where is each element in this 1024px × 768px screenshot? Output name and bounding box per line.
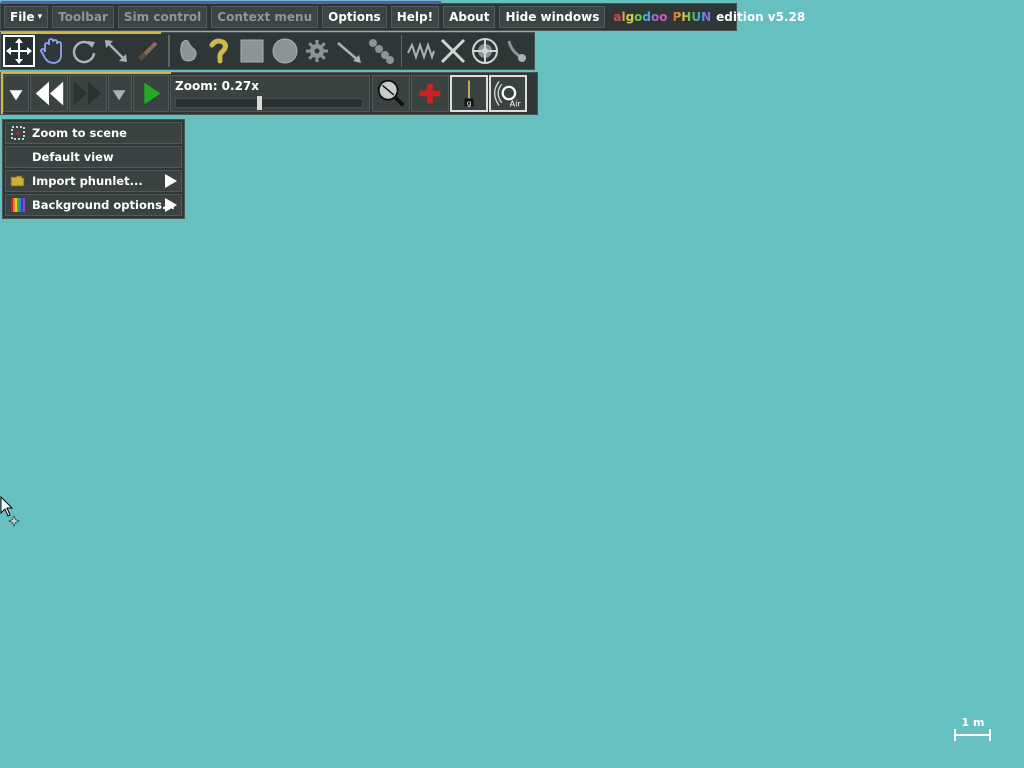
zoom-to-scene-icon (10, 125, 26, 141)
knife-icon[interactable] (132, 35, 163, 67)
brand-algodoo: algodoo (613, 10, 667, 24)
simbar-accent-top (1, 72, 171, 74)
empty-icon-slot (10, 149, 26, 165)
air-icon: Air (493, 81, 522, 108)
toolbar-separator (167, 35, 170, 67)
main-menu-bar: File ▾ Toolbar Sim control Context menu … (0, 1, 805, 31)
options-button[interactable]: Options (322, 6, 387, 28)
circle-icon[interactable] (269, 35, 300, 67)
gravity-icon: g (464, 80, 474, 108)
file-menu-label: File (10, 10, 35, 24)
scale-indicator: 1 m (952, 716, 994, 744)
background-context-menu: Zoom to scene Default view Import phunle… (2, 119, 185, 219)
scale-label: 1 m (961, 716, 985, 729)
menu-item-label: Background options... (32, 198, 176, 212)
triangle-down-icon (112, 90, 126, 101)
play-icon (144, 82, 161, 105)
menu-item-default-view[interactable]: Default view (5, 146, 182, 168)
sim-control-bar: Zoom: 0.27x g Air (0, 72, 538, 115)
fixate-icon[interactable] (438, 35, 469, 67)
simbar-accent-left (1, 73, 3, 114)
zoom-slider[interactable] (175, 96, 363, 110)
chevron-down-icon: ▾ (37, 12, 43, 22)
menu-item-zoom-to-scene[interactable]: Zoom to scene (5, 122, 182, 144)
redo-dropdown-button[interactable] (108, 75, 132, 112)
zoom-slider-thumb[interactable] (257, 96, 262, 110)
menu-item-background-options[interactable]: Background options... (5, 194, 182, 216)
brand-edition: edition v5.28 (716, 10, 806, 24)
red-cross-icon (419, 83, 441, 104)
hide-windows-button[interactable]: Hide windows (499, 6, 606, 28)
mouse-cursor-icon (0, 496, 20, 527)
air-label: Air (510, 99, 522, 108)
play-button[interactable] (133, 75, 169, 112)
box-icon[interactable] (237, 35, 268, 67)
help-button[interactable]: Help! (390, 6, 440, 28)
menu-item-import-phunlet[interactable]: Import phunlet... (5, 170, 182, 192)
menu-item-label: Default view (32, 150, 114, 164)
context-menu-toggle-button[interactable]: Context menu (211, 6, 319, 28)
fast-forward-icon (73, 81, 102, 106)
file-menu-button[interactable]: File ▾ (4, 6, 49, 28)
zoom-control: Zoom: 0.27x (170, 75, 370, 112)
undo-dropdown-button[interactable] (3, 75, 29, 112)
brand-letter: o (659, 10, 668, 24)
sketch-icon[interactable] (173, 35, 204, 67)
zoom-label: Zoom: 0.27x (175, 79, 260, 93)
move-tool-icon[interactable] (3, 35, 35, 67)
gear-icon[interactable] (301, 35, 332, 67)
plane-icon[interactable] (333, 35, 364, 67)
rewind-button[interactable] (30, 75, 68, 112)
center-view-button[interactable] (411, 75, 449, 112)
tool-bar (0, 32, 535, 70)
toolbar-separator (400, 35, 403, 67)
brand-letter: d (642, 10, 652, 24)
spring-icon[interactable] (405, 35, 436, 67)
triangle-down-icon (9, 90, 23, 101)
brush-icon[interactable] (205, 35, 236, 67)
sim-control-toggle-button[interactable]: Sim control (117, 6, 208, 28)
air-toggle-button[interactable]: Air (489, 75, 527, 112)
zoom-tool-button[interactable] (372, 75, 410, 112)
brand-phun: PHUN (672, 10, 712, 24)
scale-bar (954, 729, 991, 741)
gravity-label: g (467, 99, 472, 108)
rewind-icon (35, 81, 64, 106)
menu-top-accent (1, 1, 441, 4)
toolbar-accent (1, 32, 161, 34)
tracer-icon[interactable] (502, 35, 533, 67)
about-button[interactable]: About (443, 6, 496, 28)
brand-letter: g (625, 10, 635, 24)
submenu-arrow-icon (165, 198, 177, 212)
drag-hand-icon[interactable] (36, 35, 67, 67)
menu-item-label: Import phunlet... (32, 174, 143, 188)
folder-icon (10, 173, 26, 189)
hinge-icon[interactable] (470, 35, 501, 67)
toolbar-toggle-button[interactable]: Toolbar (52, 6, 114, 28)
submenu-arrow-icon (165, 174, 177, 188)
magnifier-icon (377, 79, 405, 107)
chain-icon[interactable] (365, 35, 396, 67)
gravity-toggle-button[interactable]: g (450, 75, 488, 112)
rainbow-icon (10, 197, 26, 213)
scale-icon[interactable] (100, 35, 131, 67)
app-brand: algodoo PHUN edition v5.28 (613, 10, 805, 24)
fast-forward-button[interactable] (69, 75, 107, 112)
menu-item-label: Zoom to scene (32, 126, 127, 140)
rotate-icon[interactable] (68, 35, 99, 67)
